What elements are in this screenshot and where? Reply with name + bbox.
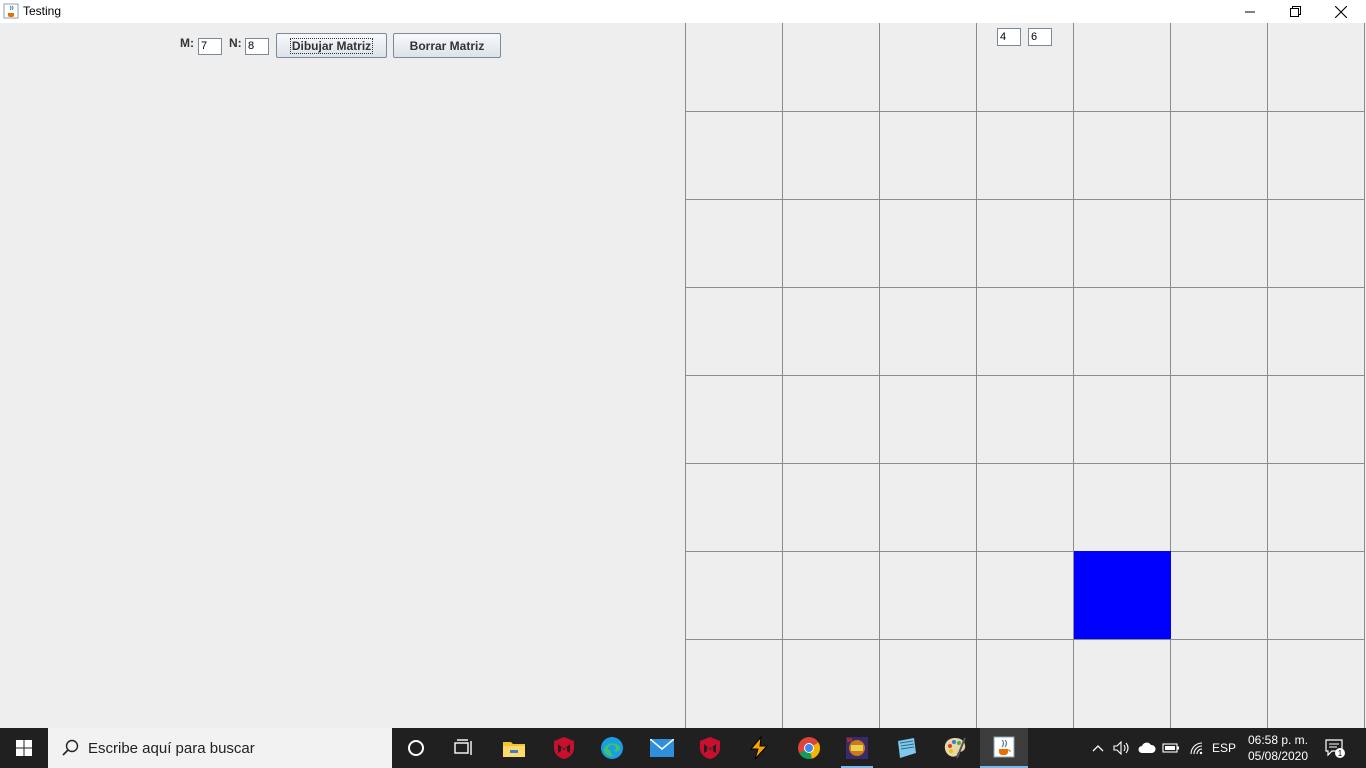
highlighted-cell[interactable]	[1074, 551, 1171, 639]
edge-button[interactable]	[588, 728, 636, 768]
search-placeholder: Escribe aquí para buscar	[88, 739, 255, 757]
coord-x-field[interactable]: 4	[997, 28, 1021, 46]
grid-line-horizontal	[686, 639, 1365, 640]
chrome-button[interactable]	[785, 728, 833, 768]
clock-time: 06:58 p. m.	[1247, 733, 1309, 747]
action-center-button[interactable]: 1	[1320, 728, 1350, 768]
file-explorer-icon	[503, 742, 525, 757]
grid-line-vertical	[1364, 23, 1365, 728]
close-button[interactable]	[1318, 0, 1364, 23]
grid-line-horizontal	[686, 551, 1365, 552]
clear-matrix-label: Borrar Matriz	[409, 38, 485, 53]
app-content: M: 7 N: 8 Dibujar Matriz Borrar Matriz 4…	[0, 23, 1366, 728]
mcafee-button[interactable]	[540, 728, 588, 768]
grid-line-horizontal	[686, 287, 1365, 288]
search-icon	[62, 739, 79, 756]
task-view-icon	[454, 739, 472, 755]
draw-matrix-label: Dibujar Matriz	[289, 37, 374, 54]
volume-icon	[1113, 741, 1129, 755]
battery-button[interactable]	[1160, 728, 1182, 768]
m-input[interactable]: 7	[198, 38, 222, 55]
notification-count: 1	[1338, 749, 1343, 758]
clock-date: 05/08/2020	[1247, 749, 1309, 763]
minimize-button[interactable]	[1227, 0, 1273, 23]
grid-line-vertical	[879, 23, 880, 728]
matrix-grid[interactable]: 4 6	[685, 23, 1366, 728]
restore-icon	[1289, 6, 1301, 17]
paint-button[interactable]	[931, 728, 979, 768]
mcafee-button-2[interactable]	[686, 728, 734, 768]
taskbar: Escribe aquí para buscar ESP 06:58 p. m.…	[0, 728, 1366, 768]
draw-matrix-button[interactable]: Dibujar Matriz	[276, 33, 387, 58]
minimize-icon	[1245, 11, 1255, 12]
taskbar-search[interactable]: Escribe aquí para buscar	[48, 728, 392, 768]
paint-icon	[944, 737, 966, 759]
notification-icon: 1	[1325, 739, 1345, 758]
coord-y-field[interactable]: 6	[1028, 28, 1052, 46]
start-button[interactable]	[0, 728, 48, 768]
m-label: M:	[180, 36, 194, 50]
language-label: ESP	[1211, 741, 1236, 755]
game-icon	[846, 737, 868, 759]
winamp-button[interactable]	[735, 728, 783, 768]
volume-button[interactable]	[1111, 728, 1133, 768]
task-view-button[interactable]	[440, 728, 488, 768]
mcafee-icon	[554, 737, 574, 759]
n-label: N:	[229, 36, 242, 50]
windows-logo-icon	[16, 740, 32, 756]
clear-matrix-button[interactable]: Borrar Matriz	[393, 33, 501, 58]
grid-line-vertical	[976, 23, 977, 728]
n-input[interactable]: 8	[245, 38, 269, 55]
notepad-icon	[898, 738, 916, 758]
chrome-icon	[798, 737, 820, 760]
winamp-icon	[749, 736, 769, 760]
battery-icon	[1162, 743, 1179, 753]
grid-line-horizontal	[686, 199, 1365, 200]
java-icon	[993, 736, 1015, 758]
mail-button[interactable]	[638, 728, 686, 768]
java-app-button[interactable]	[980, 728, 1028, 768]
java-icon	[3, 3, 19, 19]
grid-line-horizontal	[686, 375, 1365, 376]
mcafee-icon	[700, 737, 720, 759]
grid-line-horizontal	[686, 463, 1365, 464]
mail-icon	[650, 739, 674, 757]
title-bar: Testing	[0, 0, 1366, 23]
show-hidden-icons-button[interactable]	[1088, 728, 1108, 768]
grid-line-horizontal	[686, 111, 1365, 112]
grid-line-vertical	[1267, 23, 1268, 728]
cortana-button[interactable]	[392, 728, 440, 768]
restore-button[interactable]	[1272, 0, 1318, 23]
network-button[interactable]	[1186, 728, 1208, 768]
clock[interactable]: 06:58 p. m. 05/08/2020	[1240, 732, 1316, 764]
window-title: Testing	[23, 4, 62, 18]
cortana-icon	[408, 740, 424, 756]
edge-icon	[601, 737, 623, 759]
chevron-up-icon	[1092, 745, 1104, 752]
language-indicator[interactable]: ESP	[1210, 728, 1238, 768]
close-icon	[1335, 5, 1347, 18]
grid-line-vertical	[782, 23, 783, 728]
wifi-icon	[1190, 742, 1203, 755]
notepad-button[interactable]	[882, 728, 930, 768]
cloud-icon	[1138, 742, 1156, 753]
onedrive-button[interactable]	[1136, 728, 1158, 768]
file-explorer-button[interactable]	[490, 728, 538, 768]
game-button[interactable]	[833, 728, 881, 768]
